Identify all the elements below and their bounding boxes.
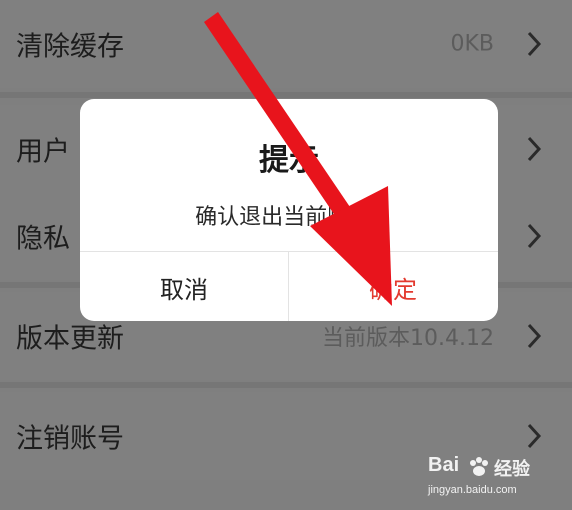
watermark-logo: Bai 经验 <box>428 452 548 482</box>
chevron-right-icon <box>527 31 542 57</box>
settings-row-label: 清除缓存 <box>16 31 124 63</box>
settings-row-value: 当前版本10.4.12 <box>322 326 494 351</box>
settings-row-label: 版本更新 <box>16 323 124 355</box>
dialog-message: 确认退出当前账号? <box>195 205 383 230</box>
paw-icon <box>470 457 488 476</box>
chevron-right-icon <box>527 223 542 249</box>
settings-row-value: 0KB <box>450 31 494 57</box>
cancel-button[interactable]: 取消 <box>80 252 288 321</box>
chevron-right-icon <box>527 136 542 162</box>
chevron-right-icon <box>527 423 542 449</box>
chevron-right-icon <box>527 323 542 349</box>
baidu-jingyan-watermark: Bai 经验 jingyan.baidu.com <box>428 452 548 502</box>
watermark-url: jingyan.baidu.com <box>428 484 517 496</box>
watermark-brand-suffix: 经验 <box>494 459 530 479</box>
dialog-title: 提示 <box>259 143 319 178</box>
row-divider <box>0 92 572 98</box>
row-divider <box>0 382 572 388</box>
watermark-brand: Bai <box>428 454 460 476</box>
confirm-button[interactable]: 确定 <box>289 252 497 321</box>
logout-confirm-dialog: 提示 确认退出当前账号? 取消 确定 <box>80 99 498 321</box>
settings-row-label: 注销账号 <box>16 423 124 455</box>
dialog-actions: 取消 确定 <box>80 251 498 321</box>
settings-row-label: 用户 <box>16 136 70 168</box>
settings-row-clear-cache[interactable]: 清除缓存 0KB <box>0 0 572 88</box>
settings-row-label: 隐私 <box>16 223 70 255</box>
